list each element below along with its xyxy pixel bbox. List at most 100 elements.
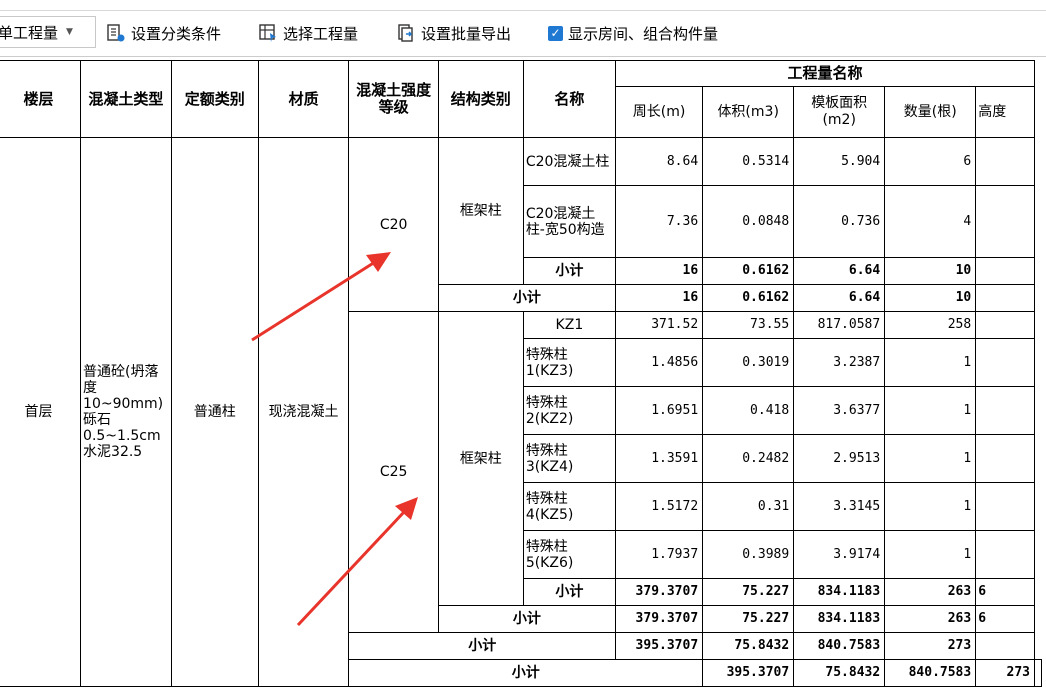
cell-height: 6 — [975, 605, 1035, 633]
cell-subtotal-label: 小计 — [348, 659, 704, 687]
header-name: 名称 — [522, 60, 616, 138]
cell-height — [1034, 659, 1042, 687]
cell-subtotal-label: 小计 — [522, 578, 616, 606]
cell-height — [975, 257, 1035, 285]
cell-perimeter: 395.3707 — [702, 659, 795, 687]
category-icon — [107, 24, 125, 42]
batch-export-label: 设置批量导出 — [421, 24, 512, 43]
cell-name: C20混凝土柱-宽50构造 — [522, 185, 616, 258]
cell-volume: 75.227 — [702, 605, 795, 633]
batch-export-button[interactable]: 设置批量导出 — [396, 20, 511, 46]
header-perimeter: 周长(m) — [614, 86, 704, 138]
set-category-button[interactable]: 设置分类条件 — [106, 20, 221, 46]
cell-count: 1 — [884, 386, 977, 435]
header-floor: 楼层 — [0, 60, 82, 138]
cell-floor: 首层 — [0, 137, 82, 687]
show-room-checkbox[interactable]: ✓ 显示房间、组合构件量 — [548, 20, 718, 46]
cell-name: C20混凝土柱 — [522, 137, 616, 186]
cell-height — [975, 530, 1035, 579]
cell-area: 5.904 — [793, 137, 886, 186]
cell-perimeter: 16 — [614, 284, 704, 312]
cell-volume: 0.31 — [702, 482, 795, 531]
cell-volume: 75.227 — [702, 578, 795, 606]
cell-area: 834.1183 — [793, 605, 886, 633]
quantity-type-dropdown[interactable]: 单工程量 ▼ — [0, 16, 96, 48]
cell-area: 3.2387 — [793, 338, 886, 387]
cell-volume: 0.3989 — [702, 530, 795, 579]
cell-perimeter: 7.36 — [614, 185, 704, 258]
cell-area: 840.7583 — [884, 659, 977, 687]
cell-height — [975, 185, 1035, 258]
cell-perimeter: 395.3707 — [614, 632, 704, 660]
cell-perimeter: 1.4856 — [614, 338, 704, 387]
cell-height — [975, 311, 1035, 339]
cell-name: 特殊柱3(KZ4) — [522, 434, 616, 483]
cell-area: 3.6377 — [793, 386, 886, 435]
cell-volume: 0.6162 — [702, 257, 795, 285]
cell-volume: 0.6162 — [702, 284, 795, 312]
chevron-down-icon: ▼ — [66, 27, 73, 37]
cell-area: 2.9513 — [793, 434, 886, 483]
window-top-strip — [0, 0, 1046, 11]
cell-area: 3.9174 — [793, 530, 886, 579]
cell-count: 6 — [884, 137, 977, 186]
cell-concrete-type: 普通砼(坍落度10~90mm) 砾石0.5~1.5cm水泥32.5 — [80, 137, 172, 687]
cell-area: 6.64 — [793, 284, 886, 312]
cell-area: 6.64 — [793, 257, 886, 285]
cell-area: 834.1183 — [793, 578, 886, 606]
cell-volume: 75.8432 — [793, 659, 886, 687]
cell-perimeter: 1.6951 — [614, 386, 704, 435]
cell-volume: 0.0848 — [702, 185, 795, 258]
toolbar-separator — [0, 56, 1046, 57]
select-quantity-button[interactable]: 选择工程量 — [258, 20, 358, 46]
cell-quota-category: 普通柱 — [170, 137, 259, 687]
cell-count: 1 — [884, 434, 977, 483]
cell-volume: 0.3019 — [702, 338, 795, 387]
dropdown-value: 单工程量 — [0, 23, 59, 42]
show-room-label: 显示房间、组合构件量 — [568, 24, 719, 43]
cell-height — [975, 338, 1035, 387]
header-height: 高度 — [975, 86, 1035, 138]
cell-area: 840.7583 — [793, 632, 886, 660]
table-select-icon — [259, 24, 276, 42]
cell-grade-c25: C25 — [348, 311, 439, 633]
cell-volume: 75.8432 — [702, 632, 795, 660]
cell-perimeter: 1.5172 — [614, 482, 704, 531]
cell-area: 3.3145 — [793, 482, 886, 531]
cell-volume: 0.2482 — [702, 434, 795, 483]
header-concrete-type: 混凝土类型 — [80, 60, 172, 138]
cell-height — [975, 434, 1035, 483]
cell-volume: 0.5314 — [702, 137, 795, 186]
cell-grade-c20: C20 — [348, 137, 439, 312]
cell-perimeter: 16 — [614, 257, 704, 285]
cell-subtotal-label: 小计 — [522, 257, 616, 285]
header-structure-type: 结构类别 — [437, 60, 524, 138]
cell-count: 263 — [884, 578, 977, 606]
cell-count: 4 — [884, 185, 977, 258]
cell-count: 258 — [884, 311, 977, 339]
cell-height — [975, 632, 1035, 660]
toolbar: 单工程量 ▼ 设置分类条件 选择工程量 设置批量导出 ✓ 显示房间、组合构件量 — [0, 14, 1046, 52]
cell-height — [975, 386, 1035, 435]
cell-count: 263 — [884, 605, 977, 633]
table-row: 首层 普通砼(坍落度10~90mm) 砾石0.5~1.5cm水泥32.5 普通柱… — [0, 137, 1042, 687]
cell-area: 0.736 — [793, 185, 886, 258]
header-strength-grade: 混凝土强度等级 — [348, 60, 439, 138]
cell-perimeter: 379.3707 — [614, 605, 704, 633]
cell-count: 1 — [884, 530, 977, 579]
cell-count: 10 — [884, 257, 977, 285]
cell-height — [975, 482, 1035, 531]
cell-material: 现浇混凝土 — [257, 137, 350, 687]
header-quota-category: 定额类别 — [170, 60, 259, 138]
cell-count: 10 — [884, 284, 977, 312]
header-quantity-group: 工程量名称 — [614, 60, 1036, 87]
checkbox-checked-icon[interactable]: ✓ — [548, 25, 563, 41]
cell-area: 817.0587 — [793, 311, 886, 339]
header-count: 数量(根) — [884, 86, 977, 138]
cell-perimeter: 8.64 — [614, 137, 704, 186]
quantity-report-table: 楼层 混凝土类型 定额类别 材质 混凝土强度等级 结构类别 名称 工程量名称 周… — [0, 60, 1042, 687]
cell-count: 1 — [884, 338, 977, 387]
cell-count: 273 — [884, 632, 977, 660]
header-material: 材质 — [257, 60, 350, 138]
header-formwork-area: 模板面积(m2) — [793, 86, 886, 138]
